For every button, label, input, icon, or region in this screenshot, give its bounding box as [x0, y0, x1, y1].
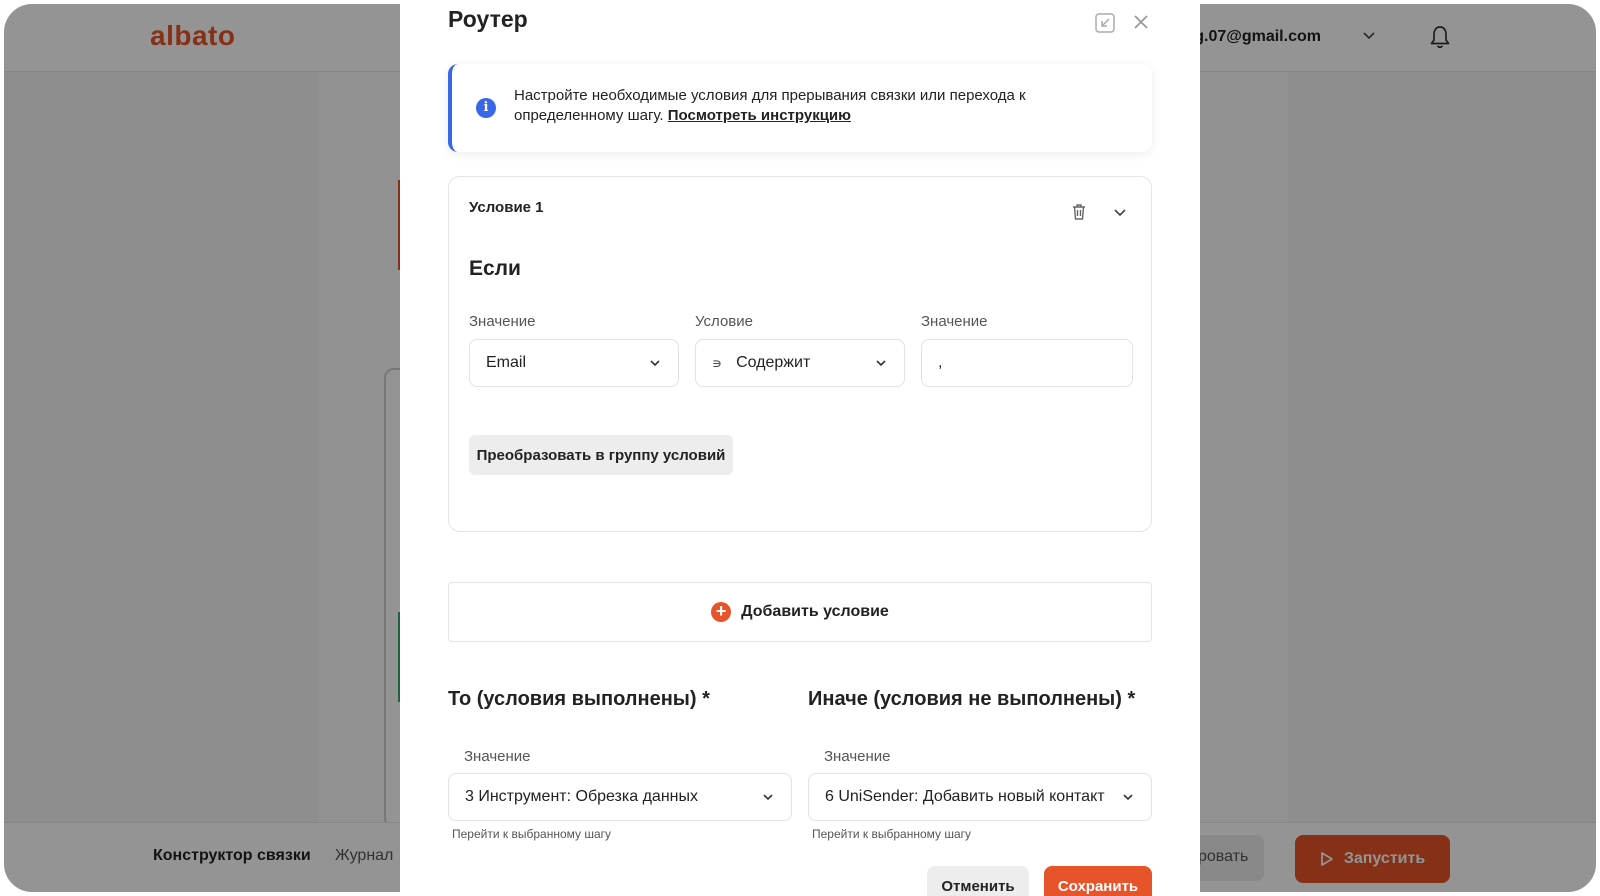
else-value-label: Значение [824, 748, 891, 765]
value-select-text: Email [486, 354, 527, 371]
add-condition-button[interactable]: + Добавить условие [448, 582, 1152, 642]
else-hint: Перейти к выбранному шагу [812, 827, 972, 841]
chevron-down-icon [876, 360, 886, 367]
save-button[interactable]: Сохранить [1044, 866, 1152, 896]
info-text: Настройте необходимые условия для прерыв… [514, 86, 1114, 126]
condition-title: Условие 1 [469, 199, 544, 216]
then-heading: То (условия выполнены) * [448, 688, 710, 710]
modal-title: Роутер [448, 6, 528, 32]
plus-circle-icon: + [711, 602, 732, 622]
contains-icon: ∍ [712, 354, 723, 371]
chevron-down-icon [1123, 794, 1133, 801]
value2-label: Значение [921, 313, 988, 330]
instruction-link[interactable]: Посмотреть инструкцию [668, 107, 851, 124]
operator-label: Условие [695, 313, 753, 330]
chevron-down-icon[interactable] [1113, 205, 1127, 219]
trash-icon[interactable] [1071, 203, 1087, 221]
info-icon: i [476, 98, 496, 118]
close-icon[interactable] [1131, 12, 1151, 32]
collapse-icon[interactable] [1094, 12, 1116, 34]
operator-select[interactable]: ∍ Содержит [695, 339, 905, 387]
chevron-down-icon [650, 360, 660, 367]
then-step-text: 3 Инструмент: Обрезка данных [465, 788, 698, 805]
value2-input[interactable]: , [921, 339, 1133, 387]
cancel-button[interactable]: Отменить [927, 866, 1029, 896]
value2-input-text: , [938, 354, 943, 371]
then-hint: Перейти к выбранному шагу [452, 827, 612, 841]
else-step-select[interactable]: 6 UniSender: Добавить новый контакт [808, 773, 1152, 821]
then-step-select[interactable]: 3 Инструмент: Обрезка данных [448, 773, 792, 821]
convert-to-group-button[interactable]: Преобразовать в группу условий [469, 435, 733, 475]
else-step-text: 6 UniSender: Добавить новый контакт [825, 788, 1105, 805]
value-select[interactable]: Email [469, 339, 679, 387]
info-box: i Настройте необходимые условия для прер… [448, 64, 1152, 152]
chevron-down-icon [763, 794, 773, 801]
then-value-label: Значение [464, 748, 531, 765]
if-label: Если [469, 257, 521, 280]
else-heading: Иначе (условия не выполнены) * [808, 688, 1136, 710]
value-label: Значение [469, 313, 536, 330]
operator-select-text: Содержит [736, 354, 811, 371]
condition-card: Условие 1 Если Значение Email Условие ∍ … [448, 176, 1152, 532]
add-condition-label: Добавить условие [741, 603, 889, 620]
